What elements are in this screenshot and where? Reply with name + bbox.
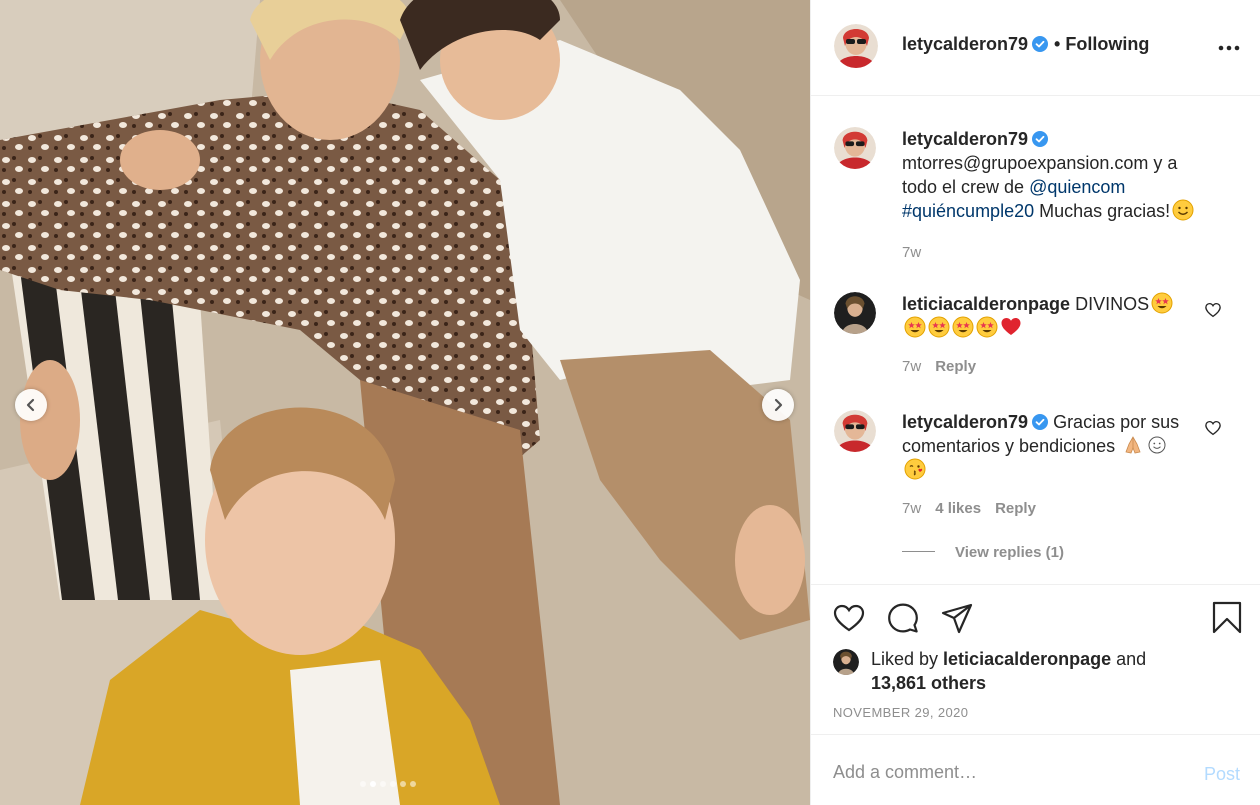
photo-scene — [0, 0, 810, 805]
timestamp[interactable]: 7w — [902, 244, 921, 261]
carousel-prev-button[interactable] — [15, 389, 47, 421]
view-replies-button[interactable]: View replies (1) — [902, 544, 1064, 561]
caption-meta: 7w — [902, 244, 935, 261]
verified-badge-icon — [1032, 414, 1049, 430]
avatar[interactable] — [834, 127, 876, 169]
comment-emoji-row — [902, 316, 1022, 338]
post-actions: Liked by leticiacalderonpage and 13,861 … — [811, 584, 1260, 734]
carousel-dot — [360, 781, 366, 787]
comments-list[interactable]: letycalderon79 mtorres@grupoexpansion.co… — [811, 97, 1260, 583]
view-replies-label[interactable]: View replies (1) — [955, 544, 1064, 561]
carousel-dot — [380, 781, 386, 787]
comment-username[interactable]: leticiacalderonpage — [902, 294, 1070, 314]
avatar-image — [834, 127, 876, 169]
comment-text: leticiacalderonpage DIVINOS — [902, 292, 1202, 340]
timestamp[interactable]: 7w — [902, 500, 921, 517]
avatar[interactable] — [834, 292, 876, 334]
star-struck-emoji — [904, 316, 926, 338]
carousel-dot-active — [370, 781, 376, 787]
comment-meta: 7w Reply — [902, 358, 990, 375]
carousel-dot — [410, 781, 416, 787]
face-blowing-kiss-emoji — [904, 458, 926, 480]
avatar[interactable] — [834, 410, 876, 452]
chevron-right-icon — [774, 398, 783, 412]
add-comment-bar: Post — [811, 734, 1260, 805]
reply-button[interactable]: Reply — [995, 500, 1036, 517]
separator-dot: • — [1054, 34, 1061, 54]
caption-line: todo el crew de — [902, 177, 1030, 197]
avatar-image — [833, 649, 859, 675]
star-struck-emoji — [1151, 292, 1173, 314]
comment-body: comentarios y bendiciones — [902, 436, 1116, 456]
reply-button[interactable]: Reply — [935, 358, 976, 375]
likes-prefix: Liked by — [871, 649, 944, 669]
star-struck-emoji — [952, 316, 974, 338]
username-text[interactable]: letycalderon79 — [902, 34, 1028, 54]
post-header: letycalderon79 • Following — [811, 0, 1260, 96]
comment-body: Gracias por sus — [1048, 412, 1180, 432]
smiling-face-emoji — [1148, 436, 1166, 454]
carousel-indicator — [360, 781, 416, 787]
post-sidebar: letycalderon79 • Following letycalderon7… — [810, 0, 1260, 805]
caption-username[interactable]: letycalderon79 — [902, 129, 1028, 149]
avatar-image — [834, 410, 876, 452]
comment-text: letycalderon79 Gracias por sus comentari… — [902, 410, 1202, 482]
verified-badge-icon — [1032, 131, 1049, 147]
share-paper-plane-icon[interactable] — [940, 601, 974, 635]
follow-status[interactable]: • Following — [1054, 34, 1149, 55]
post-date[interactable]: NOVEMBER 29, 2020 — [833, 705, 968, 720]
carousel-dot — [400, 781, 406, 787]
comment-meta: 7w 4 likes Reply — [902, 500, 1050, 517]
caption-text: letycalderon79 mtorres@grupoexpansion.co… — [902, 127, 1202, 223]
post-comment-button[interactable]: Post — [1204, 764, 1240, 785]
star-struck-emoji — [976, 316, 998, 338]
divider — [902, 551, 935, 552]
comment-likes-count[interactable]: 4 likes — [935, 500, 981, 517]
header-username[interactable]: letycalderon79 — [902, 34, 1049, 55]
comment-bubble-icon[interactable] — [886, 601, 920, 635]
comment-body: DIVINOS — [1070, 294, 1150, 314]
avatar-image — [834, 24, 878, 68]
like-heart-icon[interactable] — [832, 601, 866, 635]
caption-line: mtorres@grupoexpansion.com y a — [902, 153, 1178, 173]
likes-others-count[interactable]: 13,861 others — [871, 673, 986, 693]
carousel-next-button[interactable] — [762, 389, 794, 421]
likes-and: and — [1111, 649, 1147, 669]
liker-username[interactable]: leticiacalderonpage — [943, 649, 1111, 669]
comment-input[interactable] — [833, 757, 1163, 787]
carousel-dot — [390, 781, 396, 787]
hashtag-link[interactable]: #quiéncumple20 — [902, 201, 1034, 221]
liker-avatar[interactable] — [833, 649, 859, 675]
timestamp[interactable]: 7w — [902, 358, 921, 375]
chevron-left-icon — [26, 398, 35, 412]
folded-hands-emoji — [1125, 436, 1141, 454]
avatar[interactable] — [834, 24, 878, 68]
more-horizontal-icon[interactable] — [1217, 38, 1241, 58]
like-comment-heart-icon[interactable] — [1204, 419, 1222, 437]
likes-text: Liked by leticiacalderonpage and 13,861 … — [871, 647, 1201, 695]
avatar-image — [834, 292, 876, 334]
caption-line: Muchas gracias! — [1034, 201, 1171, 221]
save-bookmark-icon[interactable] — [1210, 601, 1244, 635]
post-photo[interactable] — [0, 0, 810, 805]
verified-badge-icon — [1032, 36, 1049, 52]
smiling-face-icon — [1172, 199, 1194, 221]
star-struck-emoji — [928, 316, 950, 338]
following-button[interactable]: Following — [1065, 34, 1149, 54]
red-heart-emoji — [1001, 318, 1021, 335]
mention-link[interactable]: @quiencom — [1029, 177, 1125, 197]
comment-username[interactable]: letycalderon79 — [902, 412, 1028, 432]
like-comment-heart-icon[interactable] — [1204, 301, 1222, 319]
